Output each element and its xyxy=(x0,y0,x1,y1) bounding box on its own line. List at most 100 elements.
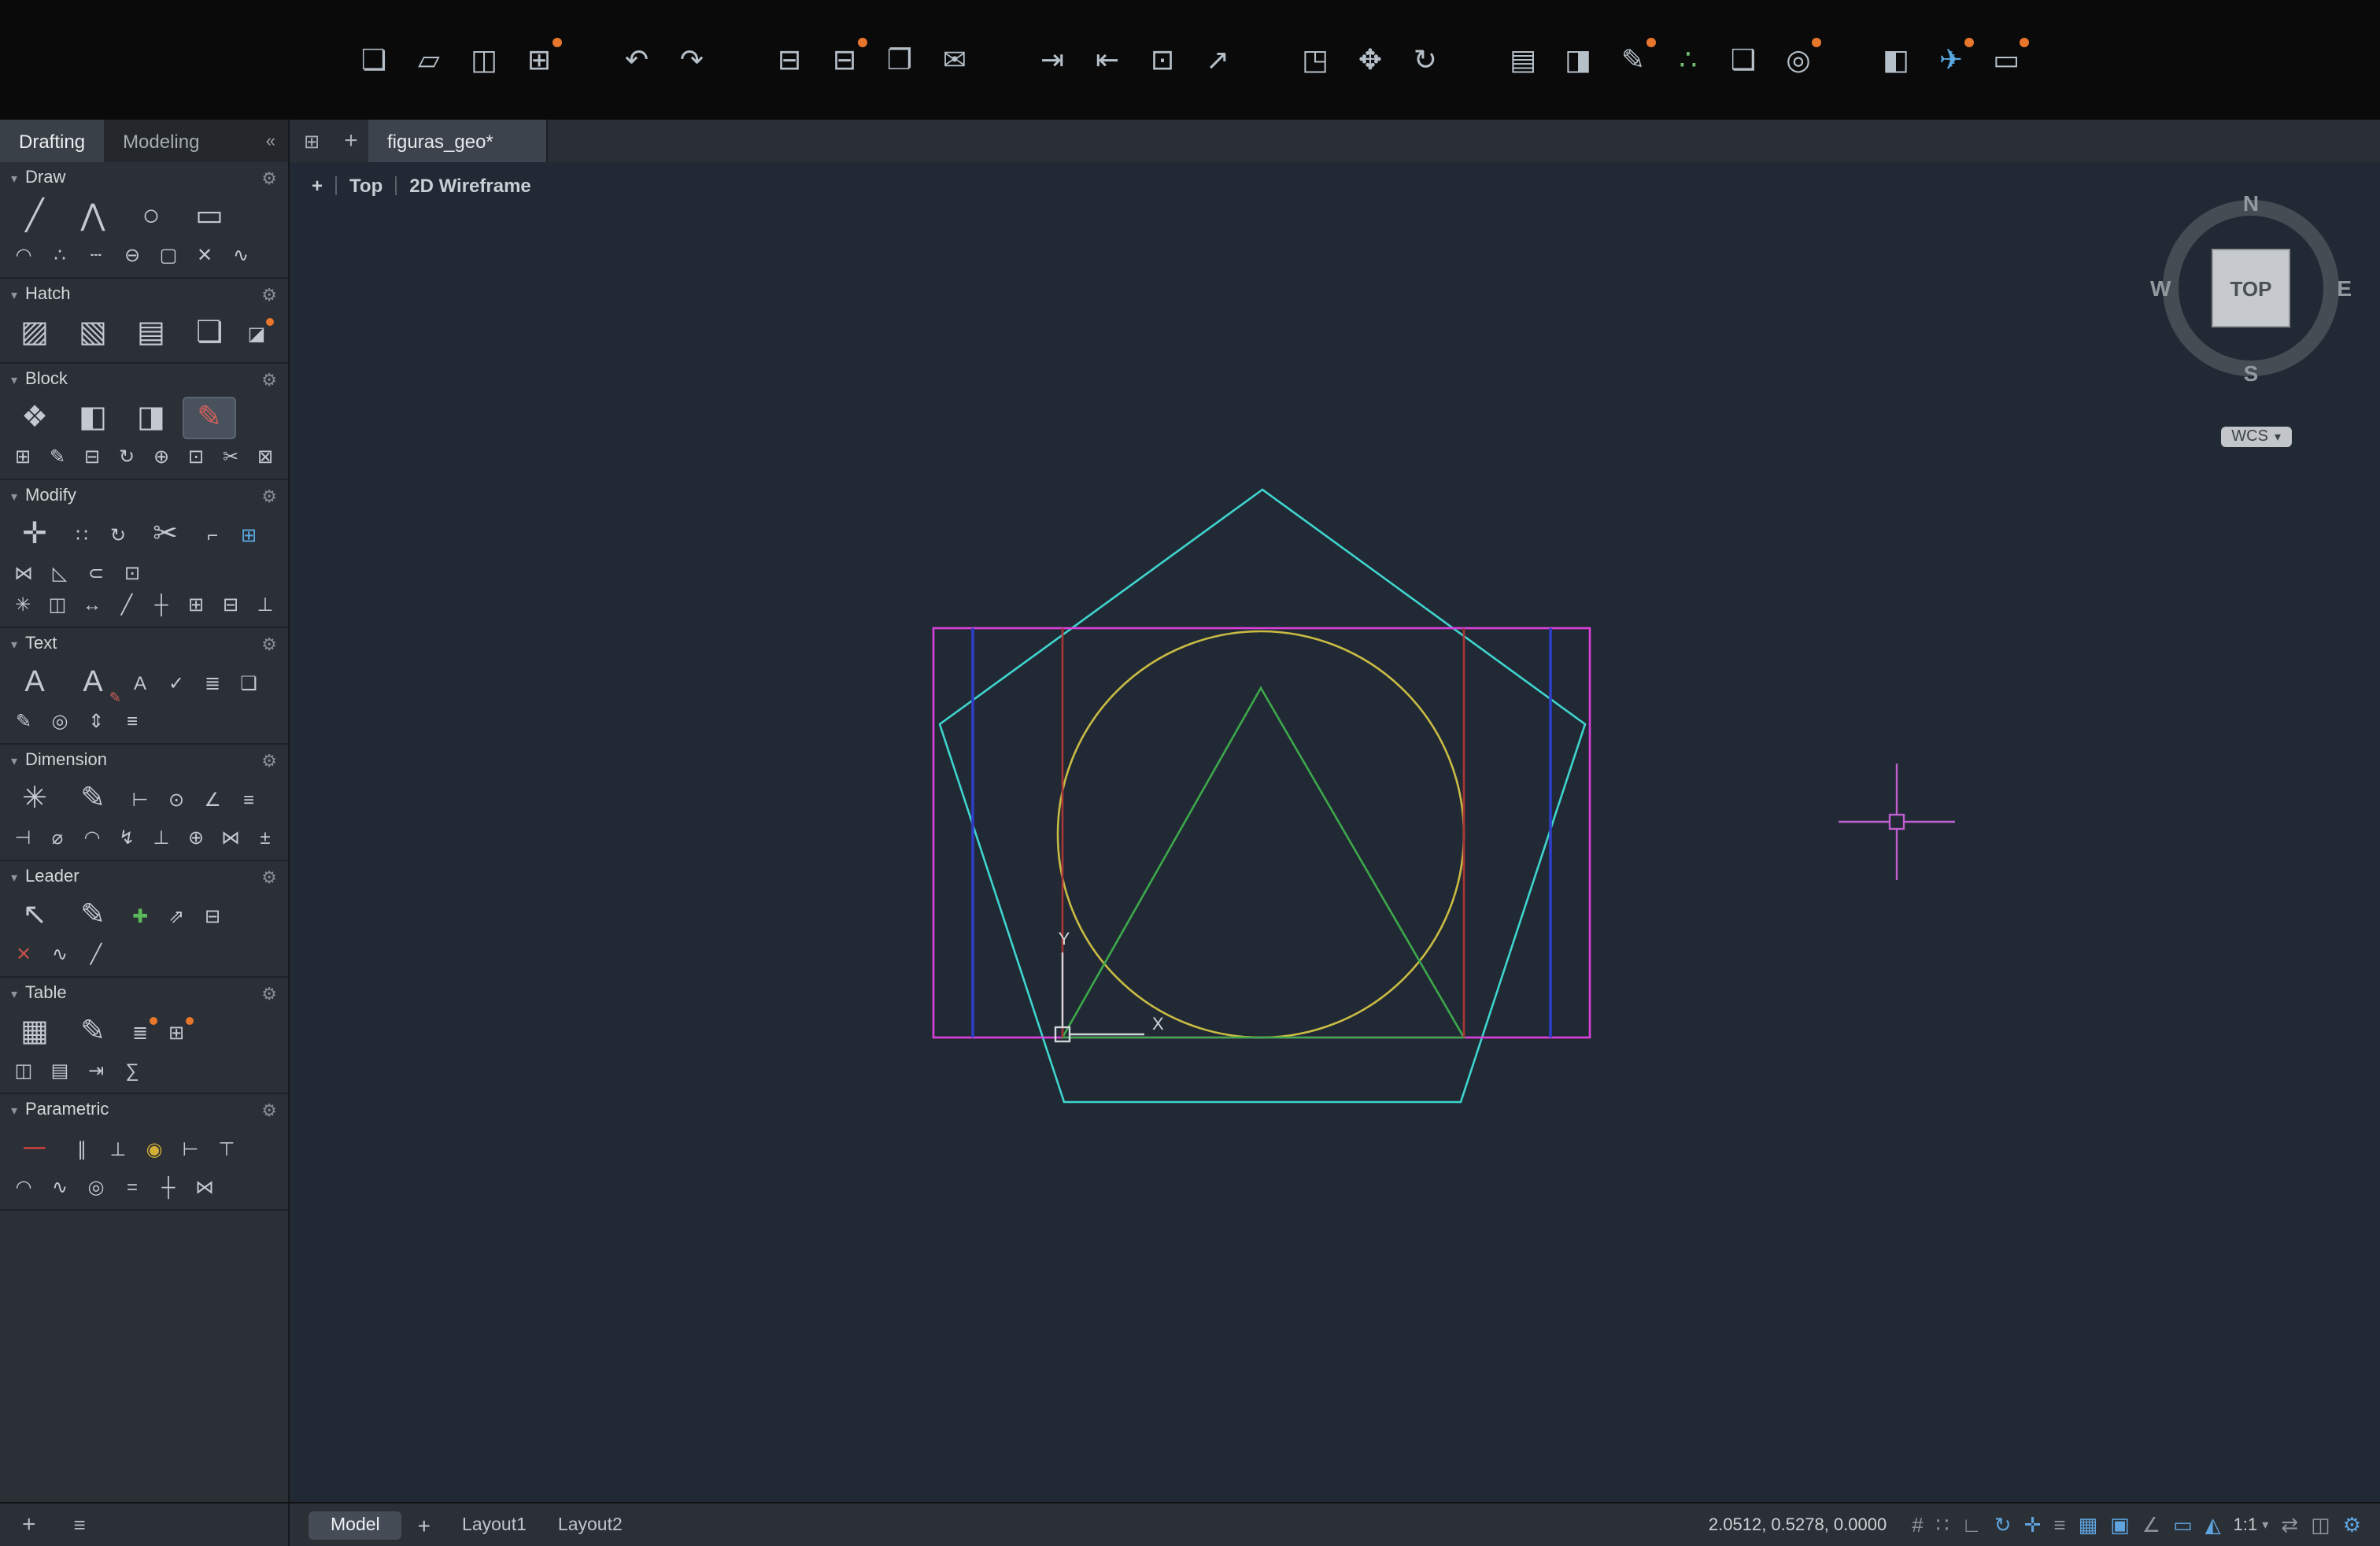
toolbar-attach-reference-button[interactable]: ⊡ xyxy=(1139,36,1186,83)
tool-single-line-text[interactable]: A✎ xyxy=(66,661,120,704)
toolbar-quick-plot-button[interactable]: ⊟ xyxy=(821,36,868,83)
tool-dimension-break[interactable]: ⋈ xyxy=(216,823,246,852)
tool-ellipse[interactable]: ⊖ xyxy=(116,241,148,269)
tool-stretch[interactable]: ↔ xyxy=(77,590,107,619)
add-palette-button[interactable]: + xyxy=(22,1511,36,1538)
tool-manage-attributes[interactable]: ⊟ xyxy=(77,442,107,471)
panel-collapse-icon[interactable]: ▾ xyxy=(11,637,17,651)
panel-collapse-icon[interactable]: ▾ xyxy=(11,171,17,185)
panel-settings-icon[interactable]: ⚙ xyxy=(261,1100,277,1120)
tool-edit-multileader[interactable]: ✎ xyxy=(66,894,120,937)
palette-menu-button[interactable]: ≡ xyxy=(74,1513,86,1537)
tool-arc-length[interactable]: ◠ xyxy=(77,823,107,852)
tool-horizontal-constraint[interactable]: ⊢ xyxy=(175,1134,206,1163)
tool-collect-leaders[interactable]: ⊟ xyxy=(197,901,228,930)
status-transparency[interactable]: ▣ xyxy=(2110,1515,2130,1535)
viewport-menu-button[interactable]: + xyxy=(312,175,323,197)
drawing-canvas[interactable]: YX + Top 2D Wireframe N E S W TOP xyxy=(290,162,2380,1502)
tool-hatch-pattern[interactable]: ▧ xyxy=(66,312,120,354)
tool-edit-text[interactable]: ✎ xyxy=(8,707,39,735)
tool-point[interactable]: ∴ xyxy=(44,241,76,269)
toolbar-undo-button[interactable]: ↶ xyxy=(613,36,660,83)
tab-modeling[interactable]: Modeling xyxy=(104,120,218,162)
panel-settings-icon[interactable]: ⚙ xyxy=(261,369,277,390)
toolbar-orbit-button[interactable]: ↻ xyxy=(1402,36,1449,83)
tool-create-block[interactable]: ◧ xyxy=(66,397,120,439)
panel-settings-icon[interactable]: ⚙ xyxy=(261,634,277,654)
status-snap-mode[interactable]: ∷ xyxy=(1936,1515,1949,1535)
tool-gradient[interactable]: ▤ xyxy=(124,312,178,354)
tool-export-table[interactable]: ⇥ xyxy=(80,1056,112,1085)
tool-baseline-dimension[interactable]: ≡ xyxy=(233,785,264,813)
sidebar-collapse-button[interactable]: « xyxy=(253,120,288,162)
tool-vertical-constraint[interactable]: ⊤ xyxy=(211,1134,242,1163)
tool-rotate[interactable]: ↻ xyxy=(102,520,134,549)
tool-insert-block[interactable]: ❖ xyxy=(8,397,61,439)
tool-array[interactable]: ∷ xyxy=(66,520,98,549)
tool-hatch[interactable]: ▨ xyxy=(8,312,61,354)
panel-settings-icon[interactable]: ⚙ xyxy=(261,284,277,305)
tool-lengthen[interactable]: ┼ xyxy=(146,590,176,619)
panel-collapse-icon[interactable]: ▾ xyxy=(11,489,17,503)
tool-purge[interactable]: ⊠ xyxy=(250,442,280,471)
toolbar-layer-states-button[interactable]: ◨ xyxy=(1554,36,1602,83)
tool-insert-columns[interactable]: ⊞ xyxy=(161,1018,192,1046)
tool-multiline-text[interactable]: A xyxy=(8,661,61,704)
annotation-scale-control[interactable]: 1:1 ▾ xyxy=(2234,1515,2269,1534)
tool-align[interactable]: ⊥ xyxy=(250,590,280,619)
panel-collapse-icon[interactable]: ▾ xyxy=(11,287,17,301)
tool-write-block[interactable]: ◨ xyxy=(124,397,178,439)
tool-define-attribute[interactable]: ⊞ xyxy=(8,442,38,471)
panel-collapse-icon[interactable]: ▾ xyxy=(11,372,17,386)
tool-polygon[interactable]: ▢ xyxy=(153,241,184,269)
toolbar-pan-button[interactable]: ✥ xyxy=(1347,36,1394,83)
new-tab-button[interactable]: + xyxy=(334,120,368,162)
tool-trim[interactable]: ✂ xyxy=(139,513,192,556)
tool-rectangle[interactable]: ▭ xyxy=(183,195,236,238)
toolbar-color-sets-button[interactable]: ∴ xyxy=(1665,36,1712,83)
toolbar-save-as-button[interactable]: ⊞ xyxy=(516,36,563,83)
tool-concentric-constraint[interactable]: ◎ xyxy=(80,1173,112,1201)
tool-diameter-dimension[interactable]: ⌀ xyxy=(42,823,72,852)
viewcube-east[interactable]: E xyxy=(2337,276,2352,301)
tool-hatch-boundary[interactable]: ❏ xyxy=(183,312,236,354)
status-workspace-switching[interactable]: ⇄ xyxy=(2281,1515,2298,1535)
tool-formula[interactable]: ∑ xyxy=(116,1056,148,1085)
tool-sync-attributes[interactable]: ↻ xyxy=(112,442,142,471)
tool-rectangular-array[interactable]: ⊞ xyxy=(233,520,264,549)
shape-circle[interactable] xyxy=(1058,631,1464,1037)
tool-perpendicular-constraint[interactable]: ⊥ xyxy=(102,1134,134,1163)
tool-spline-leader[interactable]: ∿ xyxy=(44,940,76,968)
visual-style-control[interactable]: 2D Wireframe xyxy=(409,175,531,197)
toolbar-data-link-button[interactable]: ↗ xyxy=(1194,36,1241,83)
tool-jogged-dimension[interactable]: ↯ xyxy=(112,823,142,852)
tool-mirror[interactable]: ⋈ xyxy=(8,559,39,587)
tool-lock-constraint[interactable]: ◉ xyxy=(139,1134,170,1163)
toolbar-plot-button[interactable]: ⊟ xyxy=(766,36,813,83)
tool-fillet[interactable]: ⌐ xyxy=(197,520,228,549)
viewcube-south[interactable]: S xyxy=(2244,361,2259,386)
tool-text-style[interactable]: A xyxy=(124,668,156,697)
toolbar-insert-block-button[interactable]: ⇥ xyxy=(1029,36,1076,83)
toolbar-layer-properties-button[interactable]: ▤ xyxy=(1499,36,1547,83)
tool-text-columns[interactable]: ≣ xyxy=(197,668,228,697)
tool-table[interactable]: ▦ xyxy=(8,1011,61,1053)
tool-circle[interactable]: ○ xyxy=(124,195,178,238)
toolbar-command-line-window-button[interactable]: ▭ xyxy=(1983,36,2030,83)
panel-collapse-icon[interactable]: ▾ xyxy=(11,986,17,1000)
viewcube[interactable]: N E S W TOP xyxy=(2156,194,2345,383)
status-dynamic-input[interactable]: ∠ xyxy=(2142,1515,2160,1535)
tool-block-editor[interactable]: ✎ xyxy=(183,397,236,439)
tool-tolerance[interactable]: ± xyxy=(250,823,280,852)
tool-edit-polyline[interactable]: ⊞ xyxy=(181,590,211,619)
tool-line[interactable]: ╱ xyxy=(8,195,61,238)
tool-align-leaders[interactable]: ⇗ xyxy=(161,901,192,930)
status-lineweight-display[interactable]: ▦ xyxy=(2079,1515,2098,1535)
tool-equal-constraint[interactable]: = xyxy=(116,1173,148,1201)
panel-collapse-icon[interactable]: ▾ xyxy=(11,753,17,767)
status-ortho-mode[interactable]: ∟ xyxy=(1961,1515,1981,1535)
shape-pentagon[interactable] xyxy=(940,490,1585,1102)
status-annotation-visibility[interactable]: ◭ xyxy=(2205,1515,2221,1535)
status-clean-screen[interactable]: ◫ xyxy=(2311,1515,2330,1535)
tool-remove-leader[interactable]: ✕ xyxy=(8,940,39,968)
